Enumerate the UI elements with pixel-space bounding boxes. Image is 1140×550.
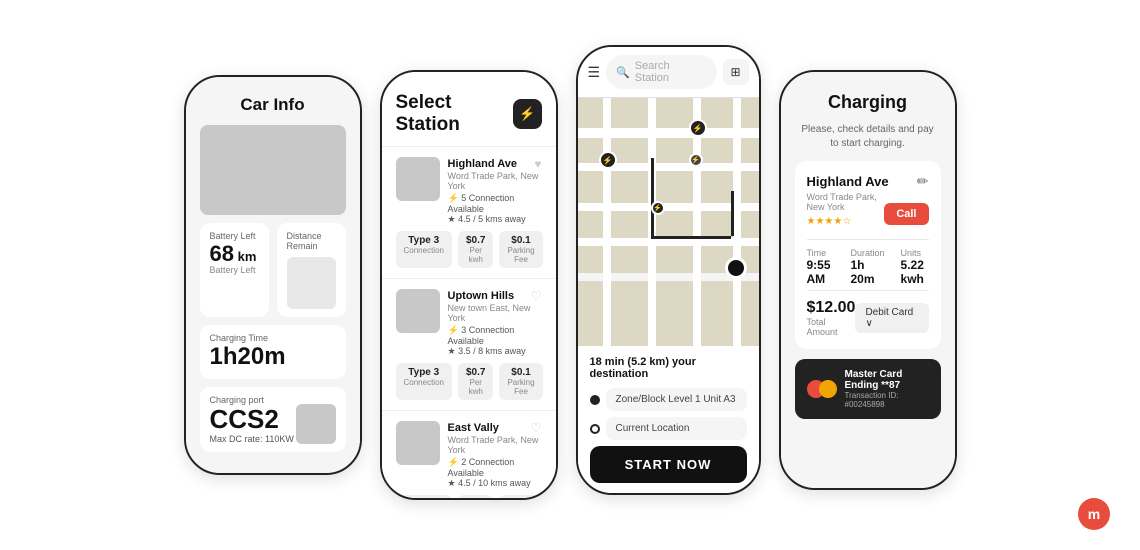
station-tag-type-2: Type 3 Connection	[396, 363, 452, 400]
units-detail: Units 5.22 kwh	[901, 248, 929, 286]
port-box: Charging port CCS2 Max DC rate: 110KW	[200, 387, 346, 452]
charging-station-rating: ★★★★☆	[807, 216, 885, 227]
station-list: Highland Ave ♥ Word Trade Park, New York…	[382, 146, 556, 498]
station-thumb-2	[396, 289, 440, 333]
distance-box: Distance Remain	[277, 223, 346, 317]
station-tag-parking-3: $0.1 Parking Fee	[499, 495, 542, 498]
call-button[interactable]: Call	[884, 203, 928, 225]
destination-input[interactable]: Zone/Block Level 1 Unit A3	[606, 388, 747, 411]
heart-icon-1[interactable]: ♥	[534, 157, 541, 171]
origin-dot	[590, 395, 600, 405]
route-v2	[731, 191, 734, 236]
heart-icon-3[interactable]: ♡	[531, 421, 542, 435]
car-info-title: Car Info	[200, 95, 346, 115]
map-pin-3: ⚡	[651, 201, 665, 215]
station-rating-3: ★ 4.5 / 10 kms away	[448, 478, 542, 489]
distance-label: Distance Remain	[287, 231, 336, 251]
charging-title: Charging	[795, 92, 941, 113]
station-tag-price-3: $0.7 Per kwh	[458, 495, 493, 498]
phone-charging: Charging Please, check details and payto…	[779, 70, 957, 490]
station-card-2[interactable]: Uptown Hills ♡ New town East, New York ⚡…	[382, 278, 556, 410]
search-icon: 🔍	[616, 66, 630, 79]
duration-detail: Duration 1h 20m	[850, 248, 884, 286]
map-area: ⚡ ⚡ ⚡ ⚡	[578, 98, 759, 346]
station-tag-price-2: $0.7 Per kwh	[458, 363, 493, 400]
menu-icon[interactable]: ☰	[588, 64, 601, 81]
card-txn: Transaction ID: #00245898	[845, 391, 929, 409]
start-now-button[interactable]: START NOW	[590, 446, 747, 483]
total-label: Total Amount	[807, 317, 856, 337]
station-avail-1: ⚡ 5 Connection Available	[448, 193, 542, 214]
dest-info: 18 min (5.2 km) your destination	[590, 356, 747, 380]
station-thumb-3	[396, 421, 440, 465]
station-name-3: East Vally	[448, 422, 499, 434]
road-v4	[733, 98, 741, 346]
port-image	[296, 404, 336, 444]
station-menu-icon[interactable]: ⚡	[513, 99, 541, 129]
road-v1	[603, 98, 611, 346]
car-image	[200, 125, 346, 215]
map-bottom-panel: 18 min (5.2 km) your destination Zone/Bl…	[578, 346, 759, 493]
phone-map: ☰ 🔍 Search Station ⊞	[576, 45, 761, 495]
charging-amount: $12.00	[807, 299, 856, 317]
station-avail-2: ⚡ 3 Connection Available	[448, 325, 542, 346]
route-v1	[651, 158, 654, 238]
port-value: CCS2	[210, 405, 296, 434]
station-rating-2: ★ 3.5 / 8 kms away	[448, 346, 542, 357]
station-rating-1: ★ 4.5 / 5 kms away	[448, 214, 542, 225]
station-card-3[interactable]: East Vally ♡ Word Trade Park, New York ⚡…	[382, 410, 556, 498]
station-tag-price-1: $0.7 Per kwh	[458, 231, 493, 268]
card-name: Master Card Ending **87	[845, 369, 929, 391]
charging-station-card: Highland Ave ✏ Word Trade Park, New York…	[795, 161, 941, 349]
brand-logo: m	[1078, 498, 1110, 530]
station-tag-parking-2: $0.1 Parking Fee	[499, 363, 542, 400]
station-loc-2: New town East, New York	[448, 303, 542, 323]
battery-value: 68 km	[210, 243, 259, 265]
charging-time-box: Charging Time 1h20m	[200, 325, 346, 379]
battery-label: Battery Left	[210, 231, 259, 241]
phone-select-station: Select Station ⚡ Highland Ave ♥ Word Tra…	[380, 70, 558, 500]
map-pin-4: ⚡	[689, 153, 703, 167]
station-tag-type-3: Type 3 Connection	[396, 495, 452, 498]
filter-icon[interactable]: ⊞	[723, 59, 749, 85]
charging-time-value: 1h20m	[210, 343, 336, 371]
station-name-1: Highland Ave	[448, 158, 517, 170]
current-location-input[interactable]: Current Location	[606, 417, 747, 440]
edit-icon[interactable]: ✏	[917, 173, 929, 190]
map-pin-2: ⚡	[689, 119, 707, 137]
station-tag-parking-1: $0.1 Parking Fee	[499, 231, 542, 268]
search-placeholder: Search Station	[635, 60, 707, 84]
station-loc-1: Word Trade Park, New York	[448, 171, 542, 191]
charging-station-name: Highland Ave	[807, 174, 889, 189]
heart-icon-2[interactable]: ♡	[531, 289, 542, 303]
payment-type-select[interactable]: Debit Card ∨	[855, 303, 928, 333]
battery-box: Battery Left 68 km Battery Left	[200, 223, 269, 317]
charging-subtitle: Please, check details and payto start ch…	[795, 123, 941, 151]
station-thumb-1	[396, 157, 440, 201]
time-detail: Time 9:55 AM	[807, 248, 835, 286]
map-search-box[interactable]: 🔍 Search Station	[606, 55, 716, 89]
port-dc: Max DC rate: 110KW	[210, 434, 296, 444]
phone-car-info: Car Info Battery Left 68 km Battery Left…	[184, 75, 362, 475]
station-name-2: Uptown Hills	[448, 290, 515, 302]
dest-dot	[590, 424, 600, 434]
mastercard-icon	[807, 380, 837, 398]
map-pin-1: ⚡	[599, 151, 617, 169]
charging-station-loc: Word Trade Park, New York	[807, 192, 885, 212]
battery-sublabel: Battery Left	[210, 265, 259, 275]
destination-pin	[725, 257, 747, 279]
station-loc-3: Word Trade Park, New York	[448, 435, 542, 455]
station-card-1[interactable]: Highland Ave ♥ Word Trade Park, New York…	[382, 146, 556, 278]
route-h1	[651, 236, 731, 239]
mastercard-row: Master Card Ending **87 Transaction ID: …	[795, 359, 941, 419]
station-title: Select Station	[396, 92, 514, 136]
charging-time-label: Charging Time	[210, 333, 336, 343]
station-tag-type-1: Type 3 Connection	[396, 231, 452, 268]
distance-chart	[287, 257, 336, 309]
mc-circle-right	[819, 380, 837, 398]
station-avail-3: ⚡ 2 Connection Available	[448, 457, 542, 478]
